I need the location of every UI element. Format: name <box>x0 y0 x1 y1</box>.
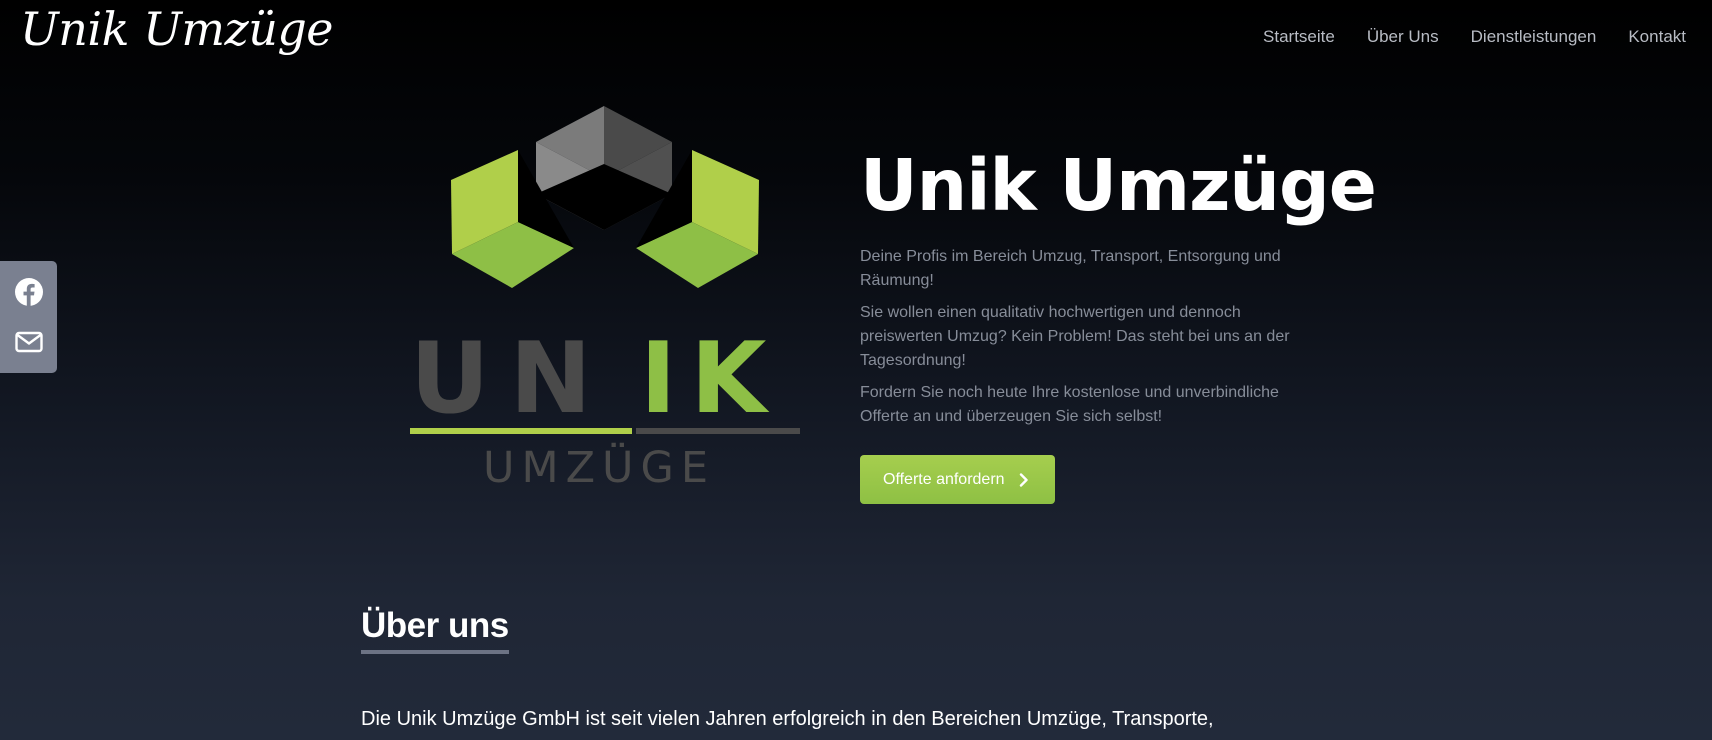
nav-link-ueber-uns[interactable]: Über Uns <box>1367 27 1439 47</box>
about-text: Die Unik Umzüge GmbH ist seit vielen Jah… <box>361 708 1214 730</box>
site-header: Unik Umzüge Startseite Über Uns Dienstle… <box>0 0 1712 78</box>
chevron-right-icon <box>1019 472 1028 487</box>
cta-label: Offerte anfordern <box>883 470 1005 488</box>
social-sidebar <box>0 261 57 373</box>
hero-section: Unik Umzüge Deine Profis im Bereich Umzu… <box>860 144 1377 504</box>
logo-word-un: UN <box>410 322 612 436</box>
brand-logo-link[interactable]: Unik Umzüge <box>20 2 334 56</box>
facebook-icon <box>14 278 43 306</box>
offerte-anfordern-button[interactable]: Offerte anfordern <box>860 455 1055 504</box>
nav-link-dienstleistungen[interactable]: Dienstleistungen <box>1471 27 1597 47</box>
facebook-button[interactable] <box>12 275 46 309</box>
mail-icon <box>14 331 43 353</box>
logo-subword: UMZÜGE <box>483 442 715 490</box>
logo-word-ik: IK <box>640 322 780 436</box>
about-heading: Über uns <box>361 606 509 654</box>
hero-paragraph-3: Fordern Sie noch heute Ihre kostenlose u… <box>860 384 1279 425</box>
email-button[interactable] <box>12 325 46 359</box>
nav-link-kontakt[interactable]: Kontakt <box>1628 27 1686 47</box>
main-nav: Startseite Über Uns Dienstleistungen Kon… <box>1263 27 1686 47</box>
hero-title: Unik Umzüge <box>860 144 1377 227</box>
nav-link-startseite[interactable]: Startseite <box>1263 27 1335 47</box>
unik-umzuege-logo: UN IK UMZÜGE <box>408 104 802 493</box>
hero-paragraph-1: Deine Profis im Bereich Umzug, Transport… <box>860 248 1281 289</box>
hero-paragraph-2: Sie wollen einen qualitativ hochwertigen… <box>860 304 1290 369</box>
